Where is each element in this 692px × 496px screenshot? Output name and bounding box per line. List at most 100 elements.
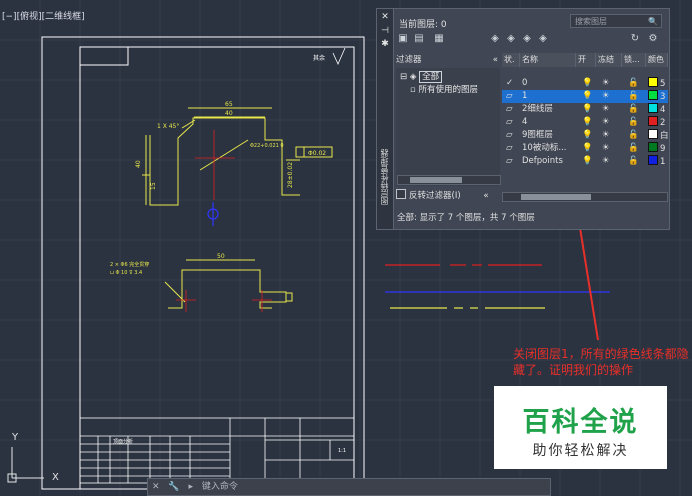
filter-tree[interactable]: ⊟ ◈ 全部 ▫ 所有使用的图层 xyxy=(396,68,500,186)
lock-icon[interactable]: 🔓 xyxy=(628,116,640,129)
new-group-filter-icon[interactable]: ▤ xyxy=(413,33,425,45)
sun-icon[interactable]: ☀ xyxy=(602,142,616,155)
layer-row[interactable]: ▱ 2细线层 💡 ☀ 🔓 4 xyxy=(502,103,668,116)
bulb-icon[interactable]: 💡 xyxy=(582,129,594,142)
close-icon[interactable]: ✕ xyxy=(380,12,390,22)
layer-color[interactable]: 3 xyxy=(648,90,668,103)
layer-row[interactable]: ▱ 10被动标... 💡 ☀ 🔓 9 xyxy=(502,142,668,155)
dim-right: 28±0.02 xyxy=(287,162,294,188)
layer-grid-scrollbar-thumb[interactable] xyxy=(521,194,591,200)
layer-color[interactable]: 2 xyxy=(648,116,668,129)
layer-status[interactable]: ▱ xyxy=(506,155,520,168)
layer-name[interactable]: 2细线层 xyxy=(522,103,576,116)
layer-row[interactable]: ✓ 0 💡 ☀ 🔓 5 xyxy=(502,77,668,90)
bulb-icon[interactable]: 💡 xyxy=(582,103,594,116)
filter-scrollbar[interactable] xyxy=(397,175,501,185)
sun-icon[interactable]: ☀ xyxy=(602,116,616,129)
sun-icon[interactable]: ☀ xyxy=(602,103,616,116)
layer-grid-scrollbar[interactable] xyxy=(502,192,668,202)
col-name[interactable]: 名称 xyxy=(520,53,576,67)
lock-icon[interactable]: 🔓 xyxy=(628,129,640,142)
palette-titlebar[interactable]: ✕ ⊣ ✱ 图层特性管理器 xyxy=(377,9,394,229)
new-property-filter-icon[interactable]: ▣ xyxy=(397,33,409,45)
color-swatch[interactable] xyxy=(648,90,658,100)
palette-title: 图层特性管理器 xyxy=(380,149,389,205)
command-line[interactable]: ✕ 🔧 ▸ 键入命令 xyxy=(147,478,551,496)
color-label: 4 xyxy=(660,105,666,115)
layer-properties-palette[interactable]: ✕ ⊣ ✱ 图层特性管理器 当前图层: 0 搜索图层 🔍 ▣ ▤ ▦ ◈ ◈ ◈… xyxy=(376,8,670,230)
bulb-icon[interactable]: 💡 xyxy=(582,142,594,155)
color-swatch[interactable] xyxy=(648,103,658,113)
settings-gear-icon[interactable]: ⚙ xyxy=(647,33,659,45)
layer-row[interactable]: ▱ 9图框层 💡 ☀ 🔓 白 xyxy=(502,129,668,142)
layer-status[interactable]: ▱ xyxy=(506,142,520,155)
delete-layer-icon[interactable]: ◈ xyxy=(521,33,533,45)
layer-status[interactable]: ▱ xyxy=(506,116,520,129)
search-icon[interactable]: 🔍 xyxy=(648,15,658,29)
layer-name[interactable]: 1 xyxy=(522,90,576,103)
new-layer-vp-frozen-icon[interactable]: ◈ xyxy=(505,33,517,45)
layer-states-icon[interactable]: ▦ xyxy=(433,33,445,45)
color-swatch[interactable] xyxy=(648,142,658,152)
layer-status[interactable]: ✓ xyxy=(506,77,520,90)
layer-row[interactable]: ▱ Defpoints 💡 ☀ 🔓 1 xyxy=(502,155,668,168)
layer-name[interactable]: 10被动标... xyxy=(522,142,576,155)
set-current-icon[interactable]: ◈ xyxy=(537,33,549,45)
col-status[interactable]: 状. xyxy=(502,53,520,67)
layer-name[interactable]: 0 xyxy=(522,77,576,90)
command-input[interactable]: 键入命令 xyxy=(202,482,238,492)
col-color[interactable]: 颜色 xyxy=(646,53,668,67)
color-swatch[interactable] xyxy=(648,155,658,165)
layer-color[interactable]: 4 xyxy=(648,103,668,116)
layer-color[interactable]: 1 xyxy=(648,155,668,168)
new-layer-icon[interactable]: ◈ xyxy=(489,33,501,45)
layer-row[interactable]: ▱ 1 💡 ☀ 🔓 3 xyxy=(502,90,668,103)
layer-row[interactable]: ▱ 4 💡 ☀ 🔓 2 xyxy=(502,116,668,129)
pin-icon[interactable]: ⊣ xyxy=(380,26,390,36)
cmd-close-icon[interactable]: ✕ xyxy=(152,482,160,492)
cad-viewport[interactable]: 顶面分析 1:1 65 40 1 X 45° Φ22+0.021 0 Φ0.02… xyxy=(0,0,692,496)
roughness-symbol xyxy=(332,47,346,65)
filter-scrollbar-thumb[interactable] xyxy=(410,177,462,183)
watermark: 百科全说 助你轻松解决 xyxy=(494,386,667,469)
bulb-icon[interactable]: 💡 xyxy=(582,90,594,103)
color-swatch[interactable] xyxy=(648,77,658,87)
layer-color[interactable]: 白 xyxy=(648,129,668,142)
sun-icon[interactable]: ☀ xyxy=(602,77,616,90)
refresh-icon[interactable]: ↻ xyxy=(629,33,641,45)
layer-status[interactable]: ▱ xyxy=(506,90,520,103)
bulb-icon[interactable]: 💡 xyxy=(582,116,594,129)
lock-icon[interactable]: 🔓 xyxy=(628,155,640,168)
bulb-icon[interactable]: 💡 xyxy=(582,77,594,90)
tree-node-used[interactable]: ▫ 所有使用的图层 xyxy=(410,83,478,95)
color-swatch[interactable] xyxy=(648,116,658,126)
dim-hole-tol: Φ22+0.021 0 xyxy=(250,143,284,149)
collapse-icon[interactable]: « xyxy=(483,191,488,201)
cmd-wrench-icon[interactable]: 🔧 xyxy=(168,482,179,492)
viewport-label[interactable]: [−][俯视][二维线框] xyxy=(2,9,85,22)
invert-filter-checkbox[interactable]: 反转过滤器(I) « xyxy=(396,189,489,201)
layer-name[interactable]: Defpoints xyxy=(522,155,576,168)
color-swatch[interactable] xyxy=(648,129,658,139)
sun-icon[interactable]: ☀ xyxy=(602,90,616,103)
lock-icon[interactable]: 🔓 xyxy=(628,103,640,116)
col-lock[interactable]: 锁... xyxy=(622,53,646,67)
layer-status[interactable]: ▱ xyxy=(506,103,520,116)
lock-icon[interactable]: 🔓 xyxy=(628,90,640,103)
bulb-icon[interactable]: 💡 xyxy=(582,155,594,168)
layer-search-input[interactable]: 搜索图层 🔍 xyxy=(570,14,662,28)
col-freeze[interactable]: 冻结 xyxy=(596,53,622,67)
sun-icon[interactable]: ☀ xyxy=(602,155,616,168)
settings-icon[interactable]: ✱ xyxy=(380,39,390,49)
sun-icon[interactable]: ☀ xyxy=(602,129,616,142)
col-on[interactable]: 开 xyxy=(576,53,596,67)
lock-icon[interactable]: 🔓 xyxy=(628,142,640,155)
layer-name[interactable]: 4 xyxy=(522,116,576,129)
tree-node-all[interactable]: ⊟ ◈ 全部 xyxy=(400,70,443,83)
collapse-filter-icon[interactable]: « xyxy=(493,53,498,67)
layer-status[interactable]: ▱ xyxy=(506,129,520,142)
layer-color[interactable]: 9 xyxy=(648,142,668,155)
lock-icon[interactable]: 🔓 xyxy=(628,77,640,90)
layer-color[interactable]: 5 xyxy=(648,77,668,90)
layer-name[interactable]: 9图框层 xyxy=(522,129,576,142)
